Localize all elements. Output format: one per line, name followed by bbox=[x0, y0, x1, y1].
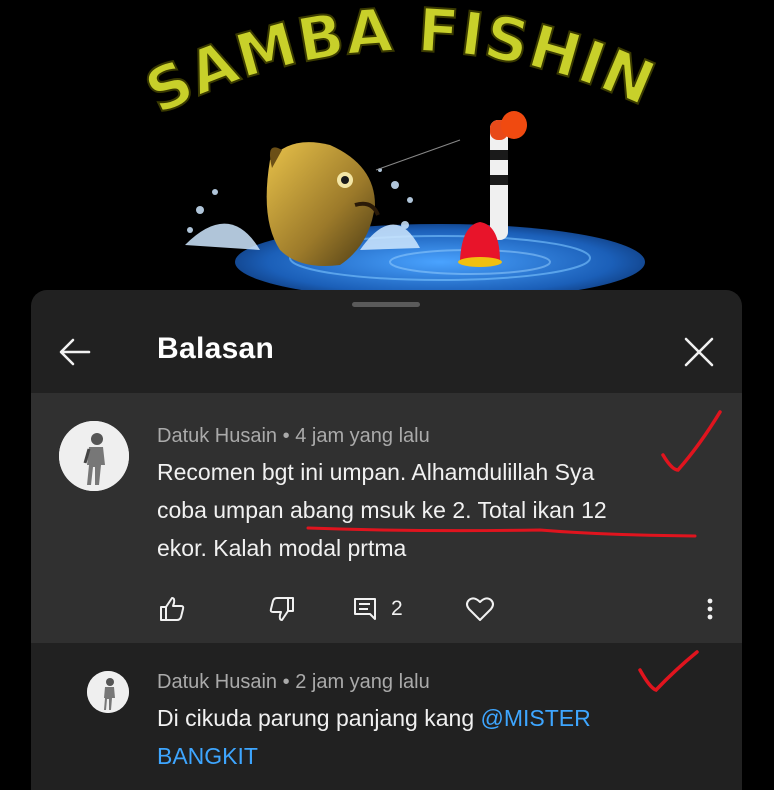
more-button[interactable] bbox=[703, 591, 717, 627]
logo-text: SAMBA FISHING bbox=[0, 0, 665, 128]
reply-count: 2 bbox=[391, 597, 403, 620]
meta-separator: • bbox=[282, 671, 290, 693]
back-button[interactable] bbox=[57, 334, 93, 370]
comment-actions: 2 bbox=[31, 591, 742, 627]
reply-comment: Datuk Husain • 2 jam yang lalu Di cikuda… bbox=[31, 645, 742, 790]
comment-text-line: coba umpan abang msuk ke 2. Total ikan 1… bbox=[157, 497, 607, 523]
thumbs-down-icon bbox=[269, 597, 294, 621]
comment-icon bbox=[354, 598, 376, 620]
reply-count-button[interactable]: 2 bbox=[351, 591, 403, 627]
heart-button[interactable] bbox=[465, 591, 495, 627]
meta-separator: • bbox=[282, 425, 290, 447]
arrow-left-icon bbox=[59, 338, 91, 366]
person-avatar-image bbox=[87, 671, 129, 713]
comment-text-line: Recomen bgt ini umpan. Alhamdulillah Sya bbox=[157, 459, 595, 485]
comment-time: 2 jam yang lalu bbox=[295, 671, 430, 693]
video-player[interactable]: SAMBA FISHING bbox=[0, 0, 774, 300]
reply-text-prefix: Di cikuda parung panjang kang bbox=[157, 705, 481, 731]
dislike-button[interactable] bbox=[267, 591, 297, 627]
heart-icon bbox=[466, 597, 494, 621]
comment-author[interactable]: Datuk Husain bbox=[157, 425, 277, 447]
close-button[interactable] bbox=[681, 334, 717, 370]
avatar[interactable] bbox=[87, 671, 129, 713]
comment-text-line: Di cikuda parung panjang kang @MISTER bbox=[157, 699, 717, 737]
more-vertical-icon bbox=[707, 598, 713, 620]
like-button[interactable] bbox=[157, 591, 187, 627]
comment-text: Di cikuda parung panjang kang @MISTER BA… bbox=[157, 699, 717, 775]
close-icon bbox=[684, 337, 714, 367]
mention-link[interactable]: @MISTER bbox=[481, 705, 591, 731]
drag-handle[interactable] bbox=[352, 302, 420, 307]
comment-author[interactable]: Datuk Husain bbox=[157, 671, 277, 693]
replies-panel: Balasan Datuk Husain • 4 jam yang lalu R… bbox=[31, 290, 742, 790]
mention-link[interactable]: BANGKIT bbox=[157, 743, 258, 769]
panel-title: Balasan bbox=[157, 332, 275, 365]
avatar[interactable] bbox=[59, 421, 129, 491]
parent-comment: Datuk Husain • 4 jam yang lalu Recomen b… bbox=[31, 393, 742, 643]
thumbs-up-icon bbox=[160, 597, 185, 621]
fishing-logo-image: SAMBA FISHING bbox=[0, 0, 665, 300]
comment-meta: Datuk Husain • 2 jam yang lalu bbox=[157, 671, 430, 694]
comment-text-line: BANGKIT bbox=[157, 737, 717, 775]
comment-meta: Datuk Husain • 4 jam yang lalu bbox=[157, 425, 430, 448]
comment-text-line: ekor. Kalah modal prtma bbox=[157, 535, 407, 561]
comment-text: Recomen bgt ini umpan. Alhamdulillah Sya… bbox=[157, 453, 697, 567]
comment-time: 4 jam yang lalu bbox=[295, 425, 430, 447]
panel-header: Balasan bbox=[31, 312, 742, 392]
person-avatar-image bbox=[59, 421, 129, 491]
